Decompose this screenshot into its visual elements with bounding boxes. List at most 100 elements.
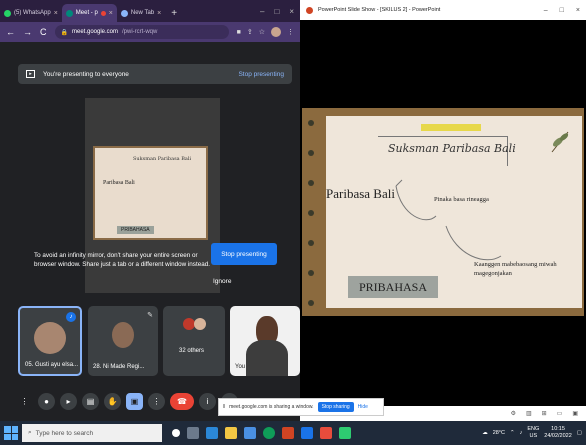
menu-icon[interactable]: ⋮: [287, 28, 294, 36]
participant-name: 32 others: [179, 348, 205, 354]
tab-label: New Tab: [130, 10, 155, 16]
banner-text: You're presenting to everyone: [43, 70, 129, 78]
app-icon[interactable]: [320, 427, 332, 439]
participant-tile[interactable]: You: [230, 306, 300, 376]
desktop: (5) WhatsApp × Meet - p × New Tab × + – …: [0, 0, 586, 445]
more-options-icon[interactable]: ⋮: [16, 393, 33, 410]
back-icon[interactable]: ←: [6, 27, 15, 37]
ignore-button[interactable]: Ignore: [213, 278, 231, 285]
windows-start-icon[interactable]: [4, 426, 18, 440]
more-actions-icon[interactable]: ⋮: [148, 392, 165, 410]
sharing-text: meet.google.com is sharing a window.: [229, 404, 314, 410]
tab-meet[interactable]: Meet - p ×: [61, 4, 117, 22]
profile-avatar[interactable]: [271, 27, 281, 37]
present-now-icon[interactable]: ▣: [126, 392, 143, 410]
info-icon[interactable]: i: [199, 392, 216, 410]
mic-icon[interactable]: ●: [38, 392, 55, 410]
weather-icon[interactable]: ☁: [482, 430, 488, 436]
mic-off-icon: ✎: [147, 312, 153, 319]
powerpoint-icon[interactable]: [282, 427, 294, 439]
camera-toggle-icon[interactable]: ▸: [60, 392, 77, 410]
sharing-notification: ‖ meet.google.com is sharing a window. S…: [218, 398, 384, 416]
normal-view-icon[interactable]: ▥: [526, 410, 532, 417]
slideshow-icon[interactable]: ▣: [572, 410, 578, 417]
mini-slide-label: Paribasa Bali: [103, 180, 135, 186]
new-tab-icon[interactable]: +: [165, 8, 183, 22]
slide-content: Suksman Paribasa Bali Paribasa Bali Pina…: [326, 116, 582, 308]
star-icon[interactable]: ☆: [259, 28, 265, 36]
hide-button[interactable]: Hide: [358, 404, 368, 410]
binder-dots: [308, 120, 318, 330]
slide-sorter-icon[interactable]: ⊞: [542, 410, 547, 417]
file-explorer-icon[interactable]: [225, 427, 237, 439]
edge-icon[interactable]: [206, 427, 218, 439]
settings-icon[interactable]: ⚙: [511, 410, 516, 417]
avatar: [34, 322, 66, 354]
minimize-icon[interactable]: –: [260, 7, 264, 16]
url-bar: ← → C 🔒 meet.google.com/pwi-rcrt-wqw ■ ⇪…: [0, 22, 300, 42]
system-tray: ☁ 28°C ⌃ ♪ ENG US 10:15 24/02/2022 ▢: [482, 426, 582, 440]
taskbar-search-input[interactable]: ⌕ Type here to search: [22, 424, 162, 442]
task-view-icon[interactable]: [187, 427, 199, 439]
store-icon[interactable]: [244, 427, 256, 439]
meet-icon: [65, 9, 73, 17]
mini-slide-title: Suksman Paribasa Bali: [133, 156, 192, 162]
lang-label: ENG: [527, 426, 540, 432]
app-icon[interactable]: [339, 427, 351, 439]
date-label: 24/02/2022: [544, 433, 572, 439]
window-title: PowerPoint Slide Show - [SKILUS 2] - Pow…: [318, 7, 441, 13]
tab-whatsapp[interactable]: (5) WhatsApp ×: [0, 4, 62, 22]
tab-new-tab[interactable]: New Tab ×: [117, 4, 165, 22]
captions-icon[interactable]: ▤: [82, 392, 99, 410]
url-path: /pwi-rcrt-wqw: [122, 29, 158, 35]
maximize-icon[interactable]: □: [274, 7, 279, 16]
camera-icon[interactable]: ■: [237, 29, 241, 36]
participant-tile[interactable]: ✎ 28. Ni Made Regi...: [88, 306, 158, 376]
close-icon[interactable]: ×: [157, 10, 161, 17]
avatar: [112, 322, 134, 348]
recording-icon: [100, 10, 106, 16]
address-input[interactable]: 🔒 meet.google.com/pwi-rcrt-wqw: [54, 25, 229, 39]
stop-presenting-button[interactable]: Stop presenting: [211, 243, 277, 265]
presenting-banner: ▸ You're presenting to everyone Stop pre…: [18, 64, 292, 84]
close-icon[interactable]: ×: [109, 10, 113, 17]
cortana-icon[interactable]: [172, 429, 180, 437]
stop-sharing-button[interactable]: Stop sharing: [317, 402, 354, 412]
chrome-window: (5) WhatsApp × Meet - p × New Tab × + – …: [0, 0, 300, 421]
language-indicator[interactable]: ENG US: [527, 426, 539, 440]
participant-name: You: [235, 364, 246, 370]
reload-icon[interactable]: C: [40, 27, 47, 37]
minimize-icon[interactable]: –: [544, 7, 548, 14]
end-call-icon[interactable]: ☎: [170, 392, 194, 410]
taskbar-apps: [172, 427, 351, 439]
close-window-icon[interactable]: ×: [576, 7, 580, 14]
notifications-icon[interactable]: ▢: [577, 430, 582, 436]
chrome-icon[interactable]: [263, 427, 275, 439]
clock[interactable]: 10:15 24/02/2022: [544, 426, 572, 440]
lock-icon: 🔒: [60, 29, 68, 36]
chrome-icon: [120, 9, 128, 17]
volume-icon[interactable]: ♪: [520, 430, 523, 436]
avatar: [194, 318, 206, 330]
powerpoint-icon: [306, 6, 313, 14]
raise-hand-icon[interactable]: ✋: [104, 392, 121, 410]
participant-tile[interactable]: 32 others: [163, 306, 225, 376]
share-icon[interactable]: ⇪: [247, 28, 253, 36]
participant-tiles: ♪ 05. Gusti ayu elsa... ✎ 28. Ni Made Re…: [18, 306, 300, 378]
reading-view-icon[interactable]: ▭: [557, 410, 563, 417]
slide: Suksman Paribasa Bali Paribasa Bali Pina…: [302, 108, 584, 316]
weather-temp: 28°C: [492, 430, 505, 436]
powerpoint-window: PowerPoint Slide Show - [SKILUS 2] - Pow…: [300, 0, 586, 421]
forward-icon[interactable]: →: [23, 27, 32, 37]
participant-tile[interactable]: ♪ 05. Gusti ayu elsa...: [18, 306, 82, 376]
whatsapp-icon: [4, 9, 11, 17]
word-icon[interactable]: [301, 427, 313, 439]
close-window-icon[interactable]: ×: [289, 7, 294, 16]
maximize-icon[interactable]: □: [560, 7, 564, 14]
network-icon[interactable]: ⌃: [510, 430, 515, 436]
search-placeholder: Type here to search: [35, 429, 94, 437]
infinity-mirror-warning: To avoid an infinity mirror, don't share…: [34, 252, 210, 268]
stop-presenting-link[interactable]: Stop presenting: [238, 71, 284, 78]
close-icon[interactable]: ×: [54, 10, 58, 17]
speaking-icon: ♪: [66, 312, 76, 322]
